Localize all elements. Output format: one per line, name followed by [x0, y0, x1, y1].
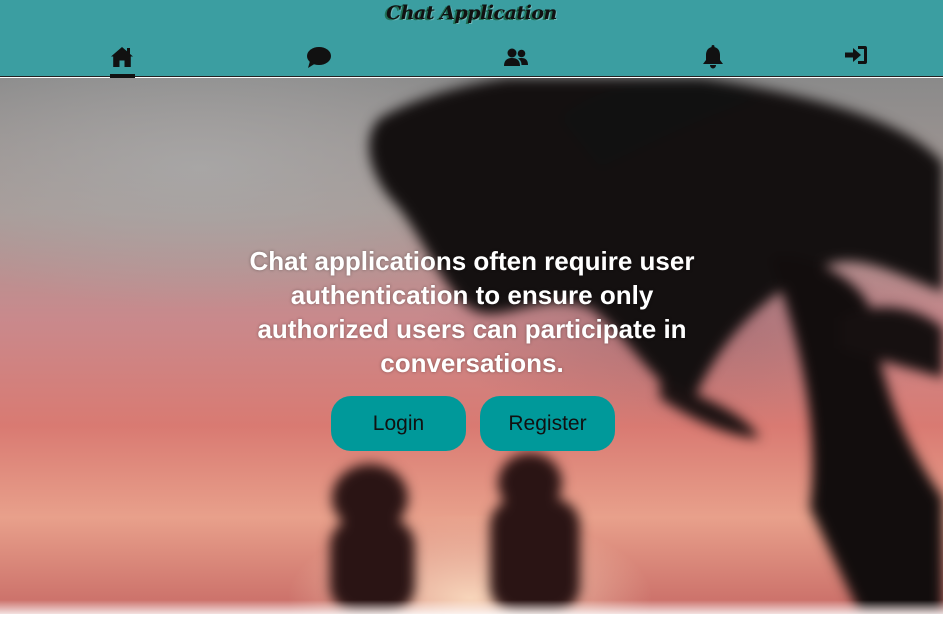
hero-message: Chat applications often require user aut…	[249, 246, 695, 378]
login-button[interactable]: Login	[331, 396, 466, 451]
hero-bottom-fade	[0, 600, 943, 614]
nav-home[interactable]	[102, 44, 142, 78]
header-bar: Chat Application	[0, 0, 943, 78]
register-button[interactable]: Register	[480, 396, 615, 451]
users-icon	[504, 48, 528, 66]
nav-notifications[interactable]	[693, 44, 733, 78]
sign-in-icon	[845, 46, 867, 64]
home-icon	[111, 47, 133, 67]
nav-chat[interactable]	[299, 44, 339, 78]
nav-sign-in[interactable]	[836, 43, 876, 77]
hero-section: Chat applications often require user aut…	[0, 78, 943, 614]
app-logo: Chat Application	[386, 2, 557, 24]
bell-icon	[703, 45, 723, 69]
nav-users[interactable]	[496, 44, 536, 78]
chat-bubble-icon	[307, 47, 331, 68]
